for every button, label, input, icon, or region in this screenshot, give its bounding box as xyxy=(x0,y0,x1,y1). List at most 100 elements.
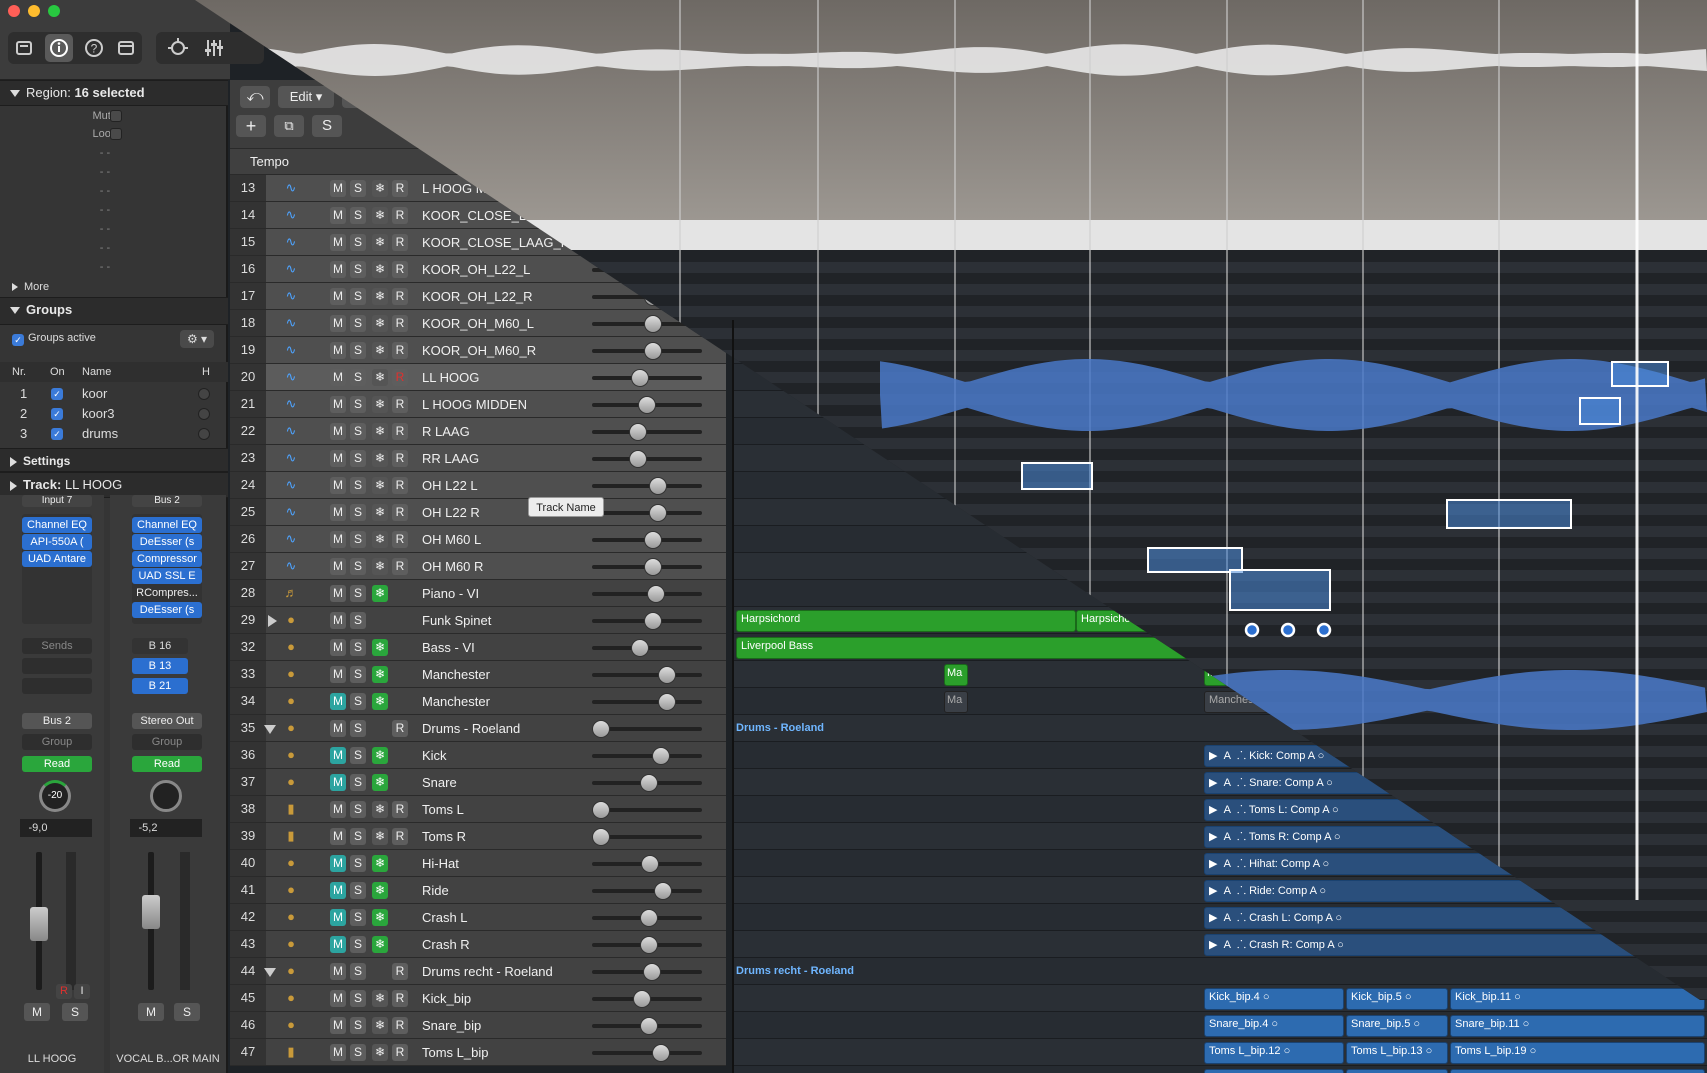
comp-region[interactable]: ▶ A ⸫ Crash R: Comp A ○ xyxy=(1204,934,1704,956)
send-slot[interactable] xyxy=(22,658,92,674)
track-name[interactable]: L HOOG MIDDEN xyxy=(422,175,527,202)
group-row[interactable]: 2 ✓ koor3 xyxy=(0,404,228,424)
freeze-icon[interactable]: ❄ xyxy=(372,801,388,818)
track-name[interactable]: R LAAG xyxy=(422,418,470,445)
track-mute-button[interactable]: M xyxy=(330,558,346,575)
audio-region[interactable]: Kick_bip.5 ○ xyxy=(1346,988,1448,1010)
drummer-region[interactable]: Ma xyxy=(944,664,968,686)
track-header[interactable]: 35 ● M S R Drums - Roeland xyxy=(230,715,726,742)
record-enable-button[interactable]: R xyxy=(392,963,408,980)
volume-slider-knob[interactable] xyxy=(658,666,676,684)
track-header-s-button[interactable]: S xyxy=(312,115,342,137)
record-enable-button[interactable]: R xyxy=(392,720,408,737)
track-name[interactable]: Crash R xyxy=(422,931,470,958)
send-slot[interactable]: B 13 xyxy=(132,658,188,674)
volume-value[interactable]: -9,0 xyxy=(20,819,56,837)
track-solo-button[interactable]: S xyxy=(350,369,366,386)
record-enable-button[interactable]: R xyxy=(392,504,408,521)
volume-slider-knob[interactable] xyxy=(649,477,667,495)
volume-slider-knob[interactable] xyxy=(644,234,662,252)
track-name[interactable]: OH M60 L xyxy=(422,526,481,553)
more-disclosure[interactable]: More xyxy=(12,281,49,293)
audio-region[interactable]: Kick_bip.11 ○ xyxy=(1450,988,1705,1010)
freeze-icon[interactable]: ❄ xyxy=(372,585,388,602)
comp-region[interactable]: ▶ A ⸫ Kick: Comp A ○ xyxy=(1204,745,1704,767)
track-name[interactable]: KOOR_OH_M60_R xyxy=(422,337,536,364)
track-name[interactable]: Snare_bip xyxy=(422,1012,481,1039)
track-name[interactable]: Bass - VI xyxy=(422,634,475,661)
comp-region[interactable]: ▶ A ⸫ Ride: Comp A ○ xyxy=(1204,880,1704,902)
track-volume-slider[interactable] xyxy=(592,511,702,515)
track-mute-button[interactable]: M xyxy=(330,531,346,548)
track-solo-button[interactable]: S xyxy=(350,639,366,656)
smart-controls-icon[interactable] xyxy=(164,34,192,62)
track-header[interactable]: 22 ∿ M S ❄ R R LAAG xyxy=(230,418,726,445)
volume-slider-knob[interactable] xyxy=(649,504,667,522)
track-solo-button[interactable]: S xyxy=(350,180,366,197)
record-enable-button[interactable]: R xyxy=(392,423,408,440)
mixer-icon[interactable] xyxy=(200,34,228,62)
output-slot[interactable]: Stereo Out xyxy=(132,713,202,729)
track-volume-slider[interactable] xyxy=(592,673,702,677)
track-mute-button[interactable]: M xyxy=(330,1044,346,1061)
track-header[interactable]: 46 ● M S ❄ R Snare_bip xyxy=(230,1012,726,1039)
track-solo-button[interactable]: S xyxy=(350,666,366,683)
audio-region[interactable]: Kick_bip.4 ○ xyxy=(1204,988,1344,1010)
track-name[interactable]: KOOR_CLOSE_LAAG xyxy=(422,202,554,229)
freeze-icon[interactable]: ❄ xyxy=(372,342,388,359)
record-enable-button[interactable]: R xyxy=(392,234,408,251)
record-enable-button[interactable]: R xyxy=(392,1044,408,1061)
tempo-track[interactable]: Tempo xyxy=(230,148,730,175)
freeze-icon[interactable]: ❄ xyxy=(372,477,388,494)
track-name[interactable]: Drums recht - Roeland xyxy=(422,958,553,985)
mute-button[interactable]: M xyxy=(138,1003,164,1021)
track-name[interactable]: OH L22 R xyxy=(422,499,480,526)
plugin-slot[interactable]: UAD SSL E xyxy=(132,568,202,584)
back-arrow-icon[interactable]: ⤺ xyxy=(240,86,270,108)
track-mute-button[interactable]: M xyxy=(330,963,346,980)
audio-region[interactable]: Toms R_bip.13 ○ xyxy=(1346,1069,1448,1073)
track-solo-button[interactable]: S xyxy=(350,612,366,629)
track-solo-button[interactable]: S xyxy=(350,1044,366,1061)
collapse-stack-icon[interactable] xyxy=(264,725,276,734)
freeze-icon[interactable]: ❄ xyxy=(372,396,388,413)
track-lane[interactable] xyxy=(732,499,1707,526)
track-mute-button[interactable]: M xyxy=(330,693,346,710)
track-mute-button[interactable]: M xyxy=(330,801,346,818)
audio-region[interactable]: Toms R_bip.19 ○ xyxy=(1450,1069,1705,1073)
track-solo-button[interactable]: S xyxy=(350,828,366,845)
loop-checkbox[interactable] xyxy=(110,128,122,140)
track-mute-button[interactable]: M xyxy=(330,585,346,602)
record-enable-button[interactable]: R xyxy=(392,531,408,548)
track-lane[interactable] xyxy=(732,418,1707,445)
track-solo-button[interactable]: S xyxy=(350,315,366,332)
send-slot[interactable] xyxy=(22,678,92,694)
region-inspector-header[interactable]: Region: 16 selected xyxy=(0,80,228,106)
track-mute-button[interactable]: M xyxy=(330,855,346,872)
record-enable-button[interactable]: R xyxy=(392,288,408,305)
track-header[interactable]: 45 ● M S ❄ R Kick_bip xyxy=(230,985,726,1012)
mute-checkbox[interactable] xyxy=(110,110,122,122)
collapse-stack-icon[interactable] xyxy=(264,968,276,977)
volume-slider-knob[interactable] xyxy=(647,585,665,603)
track-mute-button[interactable]: M xyxy=(330,882,346,899)
track-header[interactable]: 39 ▮ M S ❄ R Toms R xyxy=(230,823,726,850)
freeze-icon[interactable]: ❄ xyxy=(372,450,388,467)
freeze-icon[interactable]: ❄ xyxy=(372,936,388,953)
audio-region[interactable]: Toms L_bip.13 ○ xyxy=(1346,1042,1448,1064)
midi-region[interactable]: Liverpool Bass xyxy=(736,637,1256,659)
audio-region[interactable]: Snare_bip.5 ○ xyxy=(1346,1015,1448,1037)
track-lane[interactable] xyxy=(732,229,1707,256)
track-header[interactable]: 32 ● M S ❄ Bass - VI xyxy=(230,634,726,661)
track-volume-slider[interactable] xyxy=(592,430,702,434)
volume-slider-knob[interactable] xyxy=(640,936,658,954)
track-solo-button[interactable]: S xyxy=(350,342,366,359)
track-mute-button[interactable]: M xyxy=(330,639,346,656)
track-lane[interactable] xyxy=(732,445,1707,472)
input-slot[interactable]: Input 7 xyxy=(22,495,92,507)
track-header[interactable]: 27 ∿ M S ❄ R OH M60 R xyxy=(230,553,726,580)
track-header[interactable]: 44 ● M S R Drums recht - Roeland xyxy=(230,958,726,985)
track-header[interactable]: 20 ∿ M S ❄ R LL HOOG xyxy=(230,364,726,391)
track-header[interactable]: 29 ● M S Funk Spinet xyxy=(230,607,726,634)
track-name[interactable]: KOOR_OH_M60_L xyxy=(422,310,534,337)
